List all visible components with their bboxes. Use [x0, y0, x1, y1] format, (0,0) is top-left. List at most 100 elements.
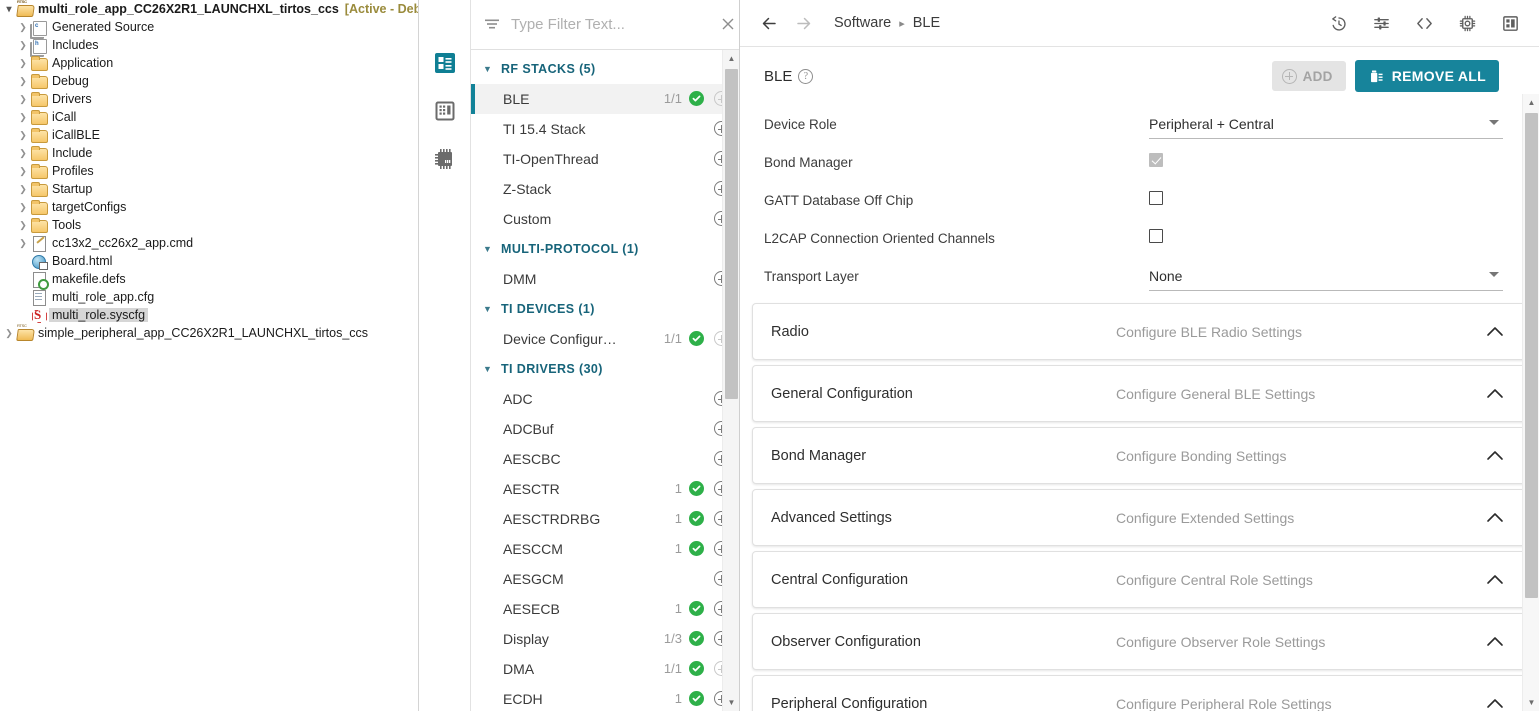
project-tree-row[interactable]: targetConfigs: [0, 198, 418, 216]
expand-arrow-closed-icon[interactable]: [16, 54, 30, 72]
code-icon[interactable]: [1413, 12, 1435, 34]
chevron-up-icon[interactable]: [1486, 697, 1504, 710]
module-item-aesecb[interactable]: AESECB 1: [471, 594, 739, 624]
module-item-ti-15-4-stack[interactable]: TI 15.4 Stack: [471, 114, 739, 144]
detail-scrollbar-thumb[interactable]: [1525, 113, 1538, 598]
project-tree-row[interactable]: cc13x2_cc26x2_app.cmd: [0, 234, 418, 252]
l2cap-connection-oriented-channels-checkbox[interactable]: [1149, 228, 1163, 243]
device-chip-icon[interactable]: [432, 146, 458, 172]
module-group-header[interactable]: ▼ MULTI-PROTOCOL (1): [471, 234, 739, 264]
board-view-icon[interactable]: [1499, 12, 1521, 34]
module-item-aescbc[interactable]: AESCBC: [471, 444, 739, 474]
module-item-aesccm[interactable]: AESCCM 1: [471, 534, 739, 564]
history-icon[interactable]: [1327, 12, 1349, 34]
project-tree-row[interactable]: Include: [0, 144, 418, 162]
device-role-select[interactable]: Peripheral + Central: [1149, 109, 1503, 139]
expand-arrow-closed-icon[interactable]: [16, 72, 30, 90]
project-tree-row[interactable]: c Generated Source: [0, 18, 418, 36]
project-tree-row[interactable]: simple_peripheral_app_CC26X2R1_LAUNCHXL_…: [0, 323, 418, 342]
module-item-z-stack[interactable]: Z-Stack: [471, 174, 739, 204]
forward-arrow-icon[interactable]: [786, 6, 820, 40]
remove-all-button[interactable]: REMOVE ALL: [1354, 60, 1499, 92]
accordion-card-observer-configuration[interactable]: Observer Configuration Configure Observer…: [752, 613, 1527, 670]
module-group-header[interactable]: ▼ TI DEVICES (1): [471, 294, 739, 324]
module-item-display[interactable]: Display 1/3: [471, 624, 739, 654]
expand-arrow-closed-icon[interactable]: [16, 36, 30, 54]
project-tree-row[interactable]: Application: [0, 54, 418, 72]
project-tree-row[interactable]: Debug: [0, 72, 418, 90]
expand-arrow-closed-icon[interactable]: [16, 18, 30, 36]
module-group-header[interactable]: ▼ RF STACKS (5): [471, 54, 739, 84]
expand-arrow-closed-icon[interactable]: [16, 90, 30, 108]
expand-arrow-open-icon[interactable]: [2, 0, 16, 19]
chip-settings-icon[interactable]: [1456, 12, 1478, 34]
expand-arrow-closed-icon[interactable]: [16, 234, 30, 252]
module-item-aesctrdrbg[interactable]: AESCTRDRBG 1: [471, 504, 739, 534]
add-button[interactable]: ADD: [1271, 61, 1346, 91]
hardware-icon[interactable]: [432, 98, 458, 124]
module-item-aesgcm[interactable]: AESGCM: [471, 564, 739, 594]
expand-arrow-closed-icon[interactable]: [16, 108, 30, 126]
expand-arrow-closed-icon[interactable]: [16, 126, 30, 144]
detail-scrollbar[interactable]: ▲ ▼: [1522, 94, 1539, 711]
detail-scroll-up-arrow[interactable]: ▲: [1523, 94, 1539, 111]
module-item-adc[interactable]: ADC: [471, 384, 739, 414]
accordion-card-radio[interactable]: Radio Configure BLE Radio Settings: [752, 303, 1527, 360]
expand-arrow-closed-icon[interactable]: [16, 180, 30, 198]
project-tree-row[interactable]: iCall: [0, 108, 418, 126]
module-item-dmm[interactable]: DMM: [471, 264, 739, 294]
scrollbar-thumb[interactable]: [725, 68, 738, 399]
accordion-card-general-configuration[interactable]: General Configuration Configure General B…: [752, 365, 1527, 422]
software-modules-icon[interactable]: [432, 50, 458, 76]
gatt-database-off-chip-checkbox[interactable]: [1149, 190, 1163, 205]
module-tree-scrollbar[interactable]: ▲ ▼: [722, 49, 739, 711]
project-tree-row[interactable]: Drivers: [0, 90, 418, 108]
chevron-up-icon[interactable]: [1486, 573, 1504, 586]
help-icon[interactable]: ?: [798, 68, 814, 84]
transport-layer-select[interactable]: None: [1149, 261, 1503, 291]
chevron-up-icon[interactable]: [1486, 511, 1504, 524]
module-item-ble[interactable]: BLE 1/1: [471, 83, 739, 114]
scroll-up-arrow[interactable]: ▲: [723, 50, 739, 67]
clear-icon[interactable]: [720, 16, 736, 32]
expand-arrow-closed-icon[interactable]: [16, 216, 30, 234]
filter-input[interactable]: [509, 14, 712, 34]
module-item-dma[interactable]: DMA 1/1: [471, 654, 739, 684]
chevron-up-icon[interactable]: [1486, 325, 1504, 338]
project-tree-row[interactable]: Profiles: [0, 162, 418, 180]
module-item-device-configur[interactable]: Device Configur… 1/1: [471, 324, 739, 354]
project-tree-row[interactable]: makefile.defs: [0, 270, 418, 290]
project-tree-row[interactable]: Startup: [0, 180, 418, 198]
sliders-icon[interactable]: [1370, 12, 1392, 34]
project-tree-row[interactable]: Board.html: [0, 252, 418, 270]
detail-scroll-down-arrow[interactable]: ▼: [1523, 694, 1539, 711]
accordion-card-central-configuration[interactable]: Central Configuration Configure Central R…: [752, 551, 1527, 608]
expand-arrow-closed-icon[interactable]: [16, 198, 30, 216]
scroll-down-arrow[interactable]: ▼: [723, 694, 739, 711]
project-tree-row[interactable]: h Includes: [0, 36, 418, 54]
chevron-up-icon[interactable]: [1486, 635, 1504, 648]
expand-arrow-closed-icon[interactable]: [2, 324, 16, 342]
project-tree-row[interactable]: multi_role_app_CC26X2R1_LAUNCHXL_tirtos_…: [0, 0, 418, 18]
expand-arrow-closed-icon[interactable]: [16, 144, 30, 162]
back-arrow-icon[interactable]: [752, 6, 786, 40]
accordion-card-peripheral-configuration[interactable]: Peripheral Configuration Configure Periph…: [752, 675, 1527, 711]
module-item-ecdh[interactable]: ECDH 1: [471, 684, 739, 711]
breadcrumb-root[interactable]: Software: [834, 15, 891, 31]
chevron-up-icon[interactable]: [1486, 449, 1504, 462]
module-item-ti-openthread[interactable]: TI-OpenThread: [471, 144, 739, 174]
chevron-up-icon[interactable]: [1486, 387, 1504, 400]
module-item-custom[interactable]: Custom: [471, 204, 739, 234]
project-tree-row[interactable]: multi_role_app.cfg: [0, 288, 418, 306]
project-tree-row[interactable]: multi_role.syscfg: [0, 306, 418, 324]
project-tree-item-label: Debug: [52, 74, 89, 88]
module-item-adcbuf[interactable]: ADCBuf: [471, 414, 739, 444]
folder-icon: [30, 181, 48, 197]
accordion-card-advanced-settings[interactable]: Advanced Settings Configure Extended Sett…: [752, 489, 1527, 546]
project-tree-row[interactable]: iCallBLE: [0, 126, 418, 144]
module-group-header[interactable]: ▼ TI DRIVERS (30): [471, 354, 739, 384]
project-tree-row[interactable]: Tools: [0, 216, 418, 234]
module-item-aesctr[interactable]: AESCTR 1: [471, 474, 739, 504]
expand-arrow-closed-icon[interactable]: [16, 162, 30, 180]
accordion-card-bond-manager[interactable]: Bond Manager Configure Bonding Settings: [752, 427, 1527, 484]
